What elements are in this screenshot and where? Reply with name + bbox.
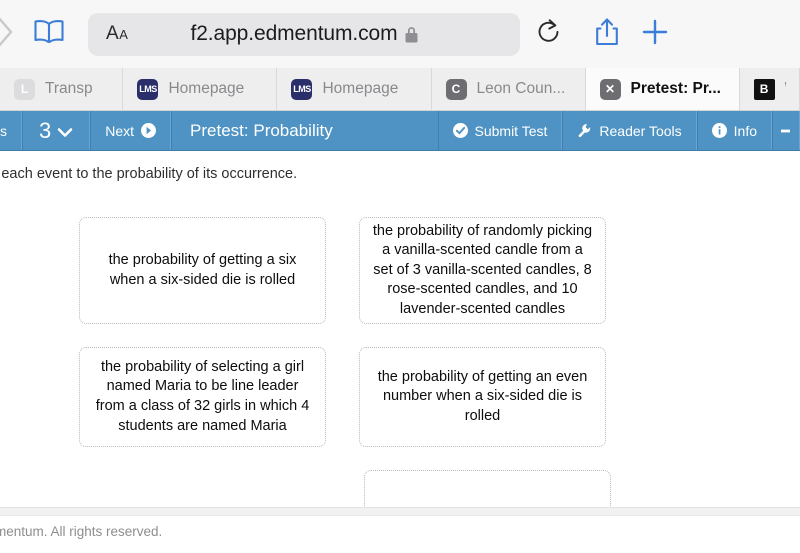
question-instruction: ch each event to the probability of its …	[0, 166, 298, 182]
browser-tab-4-active[interactable]: ✕ Pretest: Pr...	[585, 68, 740, 110]
toolbar-previous-label: s	[0, 122, 7, 139]
url-text: f2.app.edmentum.com	[190, 22, 398, 45]
question-number-label: 3	[39, 117, 52, 143]
browser-tab-title-3: Leon Coun...	[476, 80, 566, 97]
browser-tab-1[interactable]: LMS Homepage	[123, 68, 278, 110]
back-button[interactable]	[0, 15, 18, 54]
toolbar-overflow-truncated[interactable]	[772, 111, 800, 150]
submit-test-label: Submit Test	[474, 122, 548, 139]
card-row-1: the probability of getting a six when a …	[79, 217, 729, 324]
letter-b-icon: B	[753, 78, 775, 100]
assessment-title: Pretest: Probability	[171, 111, 437, 150]
info-button[interactable]: Info	[696, 111, 772, 150]
browser-tab-title-0: Transp	[45, 80, 93, 97]
new-tab-button[interactable]	[640, 17, 678, 52]
match-card-3[interactable]: the probability of getting an even numbe…	[359, 347, 606, 447]
lms-icon: LMS	[291, 78, 313, 100]
match-card-1[interactable]: the probability of randomly picking a va…	[359, 217, 606, 324]
reload-icon	[536, 18, 562, 51]
reader-tools-label: Reader Tools	[599, 122, 682, 139]
reload-button[interactable]	[520, 18, 578, 51]
close-x-icon[interactable]: ✕	[599, 78, 621, 100]
address-bar[interactable]: AA f2.app.edmentum.com	[88, 12, 520, 56]
wrench-icon	[577, 123, 592, 138]
browser-tab-title-2: Homepage	[322, 80, 399, 97]
share-button[interactable]	[578, 17, 636, 52]
text-size-label-large: A	[106, 23, 120, 44]
page-footer: lmentum. All rights reserved.	[0, 516, 800, 553]
next-label: Next	[105, 122, 135, 139]
info-circle-icon	[711, 123, 727, 138]
browser-tab-0[interactable]: L Transp	[0, 68, 124, 110]
question-number-selector[interactable]: 3	[22, 111, 91, 150]
arrow-right-circle-icon	[141, 123, 157, 138]
question-content-area: ch each event to the probability of its …	[0, 151, 800, 515]
browser-tab-title-1: Homepage	[168, 80, 245, 97]
browser-tab-3[interactable]: C Leon Coun...	[431, 68, 586, 110]
letter-c-icon: C	[445, 78, 467, 100]
match-card-0[interactable]: the probability of getting a six when a …	[79, 217, 326, 324]
chevron-left-icon	[0, 15, 15, 54]
assessment-toolbar: s 3 Next Pretest: Probability Submit Tes…	[0, 111, 800, 151]
toolbar-previous-truncated[interactable]: s	[0, 111, 22, 150]
letter-l-icon: L	[14, 78, 35, 100]
bookmarks-button[interactable]	[18, 18, 80, 51]
match-card-2[interactable]: the probability of selecting a girl name…	[79, 347, 326, 447]
copyright-text: lmentum. All rights reserved.	[0, 524, 163, 539]
match-card-grid: the probability of getting a six when a …	[79, 217, 729, 515]
browser-toolbar: AA f2.app.edmentum.com	[0, 0, 800, 68]
next-question-button[interactable]: Next	[90, 111, 172, 150]
lms-icon: LMS	[137, 78, 159, 100]
browser-tab-5[interactable]: B W	[739, 68, 800, 110]
browser-tab-title-4: Pretest: Pr...	[630, 80, 721, 97]
card-row-2: the probability of selecting a girl name…	[79, 347, 729, 447]
info-label: Info	[733, 122, 757, 139]
browser-tab-2[interactable]: LMS Homepage	[277, 68, 432, 110]
text-size-button[interactable]: AA	[106, 23, 128, 45]
footer-divider	[0, 507, 800, 516]
chevron-down-icon	[57, 118, 73, 144]
lock-icon	[405, 26, 418, 43]
more-icon	[781, 126, 791, 136]
text-size-label-small: A	[119, 27, 129, 42]
plus-icon	[640, 17, 670, 52]
reader-tools-button[interactable]: Reader Tools	[562, 111, 697, 150]
tab-strip: L Transp LMS Homepage LMS Homepage C Leo…	[0, 68, 800, 111]
check-circle-icon	[452, 123, 468, 138]
submit-test-button[interactable]: Submit Test	[437, 111, 563, 150]
url-display[interactable]: f2.app.edmentum.com	[88, 22, 520, 46]
share-icon	[594, 17, 620, 52]
book-icon	[32, 18, 66, 51]
toolbar-right-group: Submit Test Reader Tools Info	[437, 111, 800, 150]
